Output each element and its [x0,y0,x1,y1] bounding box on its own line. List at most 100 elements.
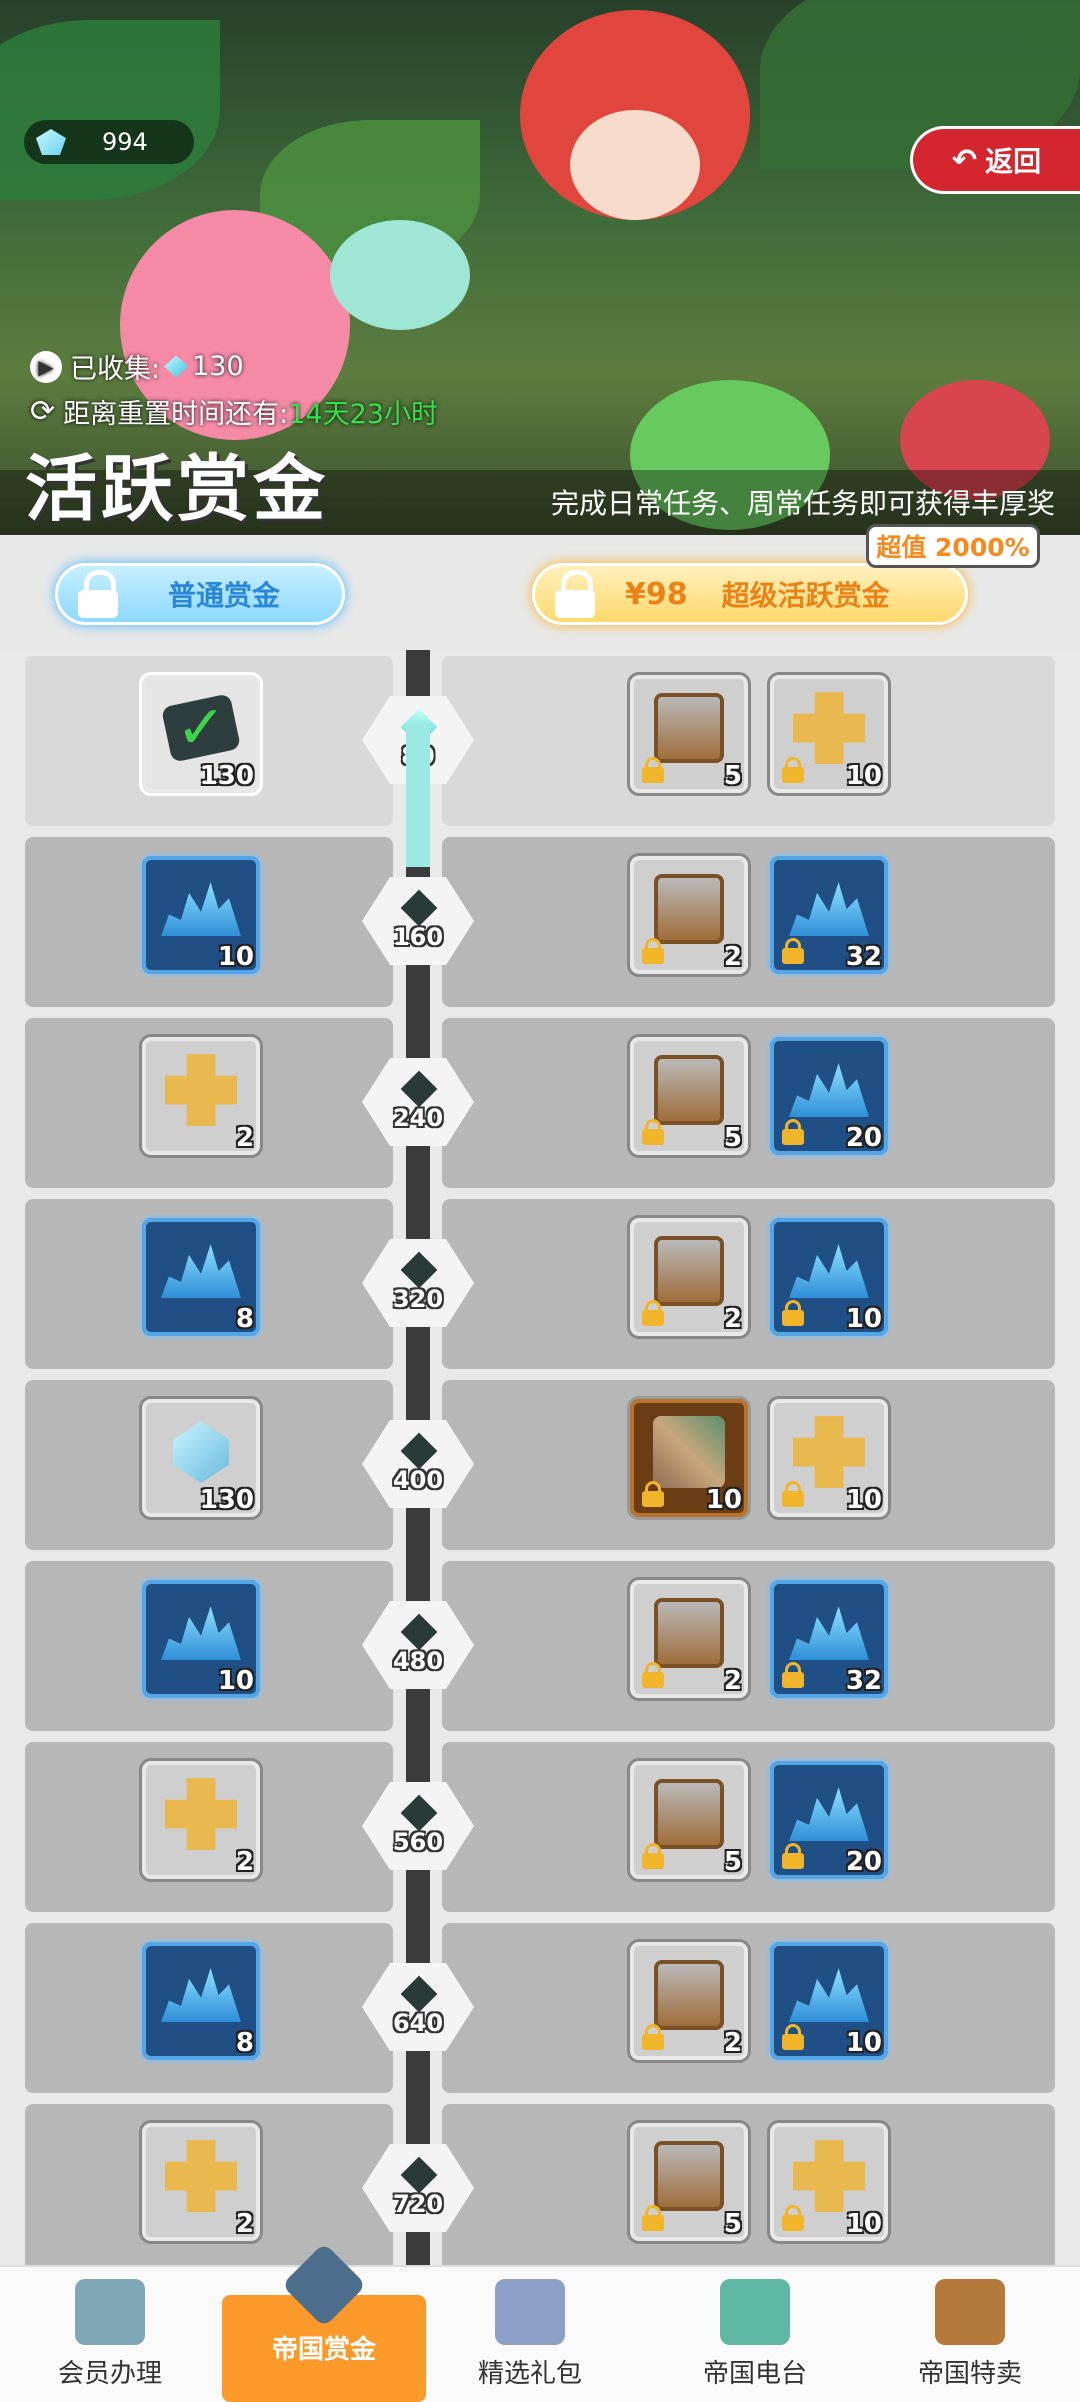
gift-pack-icon [495,2279,565,2345]
free-reward-item[interactable]: 8 [139,1939,263,2063]
paid-reward-item[interactable]: 32 [767,853,891,977]
nav-item-2[interactable]: 帝国赏金 [222,2242,426,2402]
refresh-icon: ⟳ [30,394,56,429]
collected-status: ▶ 已收集: 130 [30,347,244,386]
paid-reward-item[interactable]: 10 [767,2120,891,2244]
lock-icon [642,1300,664,1326]
free-reward-item[interactable]: 8 [139,1215,263,1339]
super-price: ¥98 [625,576,688,612]
reset-label: 距离重置时间还有: [63,399,289,430]
page-title: 活跃赏金 [25,447,330,531]
nav-item-1[interactable]: 会员办理 [20,2267,200,2402]
back-label: 返回 [985,145,1042,178]
lock-icon [782,1662,804,1688]
reward-quantity: 32 [845,942,882,972]
level-value: 160 [392,923,444,951]
reward-quantity: 130 [199,761,254,791]
free-reward-item[interactable]: 2 [139,2120,263,2244]
reward-row: 10 2 32 [0,1555,1080,1731]
reward-quantity: 2 [235,1847,254,1877]
value-badge: 超值 2000% [866,524,1040,568]
paid-reward-item[interactable]: 20 [767,1034,891,1158]
reward-quantity: 8 [235,2028,254,2058]
paid-reward-item[interactable]: 10 [767,1396,891,1520]
reward-track: ✓130510801023216025202408210320130101040… [0,650,1080,2265]
back-button[interactable]: ↶ 返回 [910,126,1080,194]
treasure-chest-icon [935,2279,1005,2345]
paid-reward-item[interactable]: 10 [767,1939,891,2063]
collected-label: 已收集: [70,354,161,385]
gem-counter: 994 [24,120,194,164]
level-node: 720 [362,2144,474,2232]
paid-reward-item[interactable]: 2 [627,1939,751,2063]
collected-value: 130 [192,351,244,382]
tab-super-bounty[interactable]: ¥98 超级活跃赏金 [532,563,968,625]
paid-reward-item[interactable]: 5 [627,672,751,796]
lock-icon [642,1481,664,1507]
free-reward-item[interactable]: 10 [139,1577,263,1701]
free-reward-item[interactable]: ✓ 130 [139,672,263,796]
reward-quantity: 10 [705,1485,742,1515]
reward-quantity: 10 [845,1485,882,1515]
paid-reward-item[interactable]: 32 [767,1577,891,1701]
reward-quantity: 10 [217,1666,254,1696]
nav-label: 帝国电台 [702,2359,807,2389]
nav-item-4[interactable]: 帝国电台 [665,2267,845,2402]
level-value: 240 [392,1104,444,1132]
slime-character [330,220,470,330]
paid-reward-item[interactable]: 2 [627,1577,751,1701]
tab-normal-bounty[interactable]: 普通赏金 [55,563,345,625]
reward-row: 10 2 32 [0,831,1080,1007]
level-node: 240 [362,1058,474,1146]
reward-quantity: 2 [723,1666,742,1696]
lock-icon [782,2024,804,2050]
reward-quantity: 10 [845,761,882,791]
paid-reward-item[interactable]: 2 [627,853,751,977]
reward-row: 8 2 10 [0,1917,1080,2093]
reward-quantity: 32 [845,1666,882,1696]
nav-item-3[interactable]: 精选礼包 [440,2267,620,2402]
free-reward-item[interactable]: 130 [139,1396,263,1520]
level-value: 560 [392,1828,444,1856]
paid-reward-item[interactable]: 10 [767,672,891,796]
lock-icon [642,1843,664,1869]
foliage-decoration [0,20,220,200]
reward-quantity: 5 [723,2209,742,2239]
free-reward-item[interactable]: 10 [139,853,263,977]
lock-icon [642,757,664,783]
free-reward-item[interactable]: 2 [139,1034,263,1158]
reward-row: 2 5 20 [0,1736,1080,1912]
reset-timer: ⟳ 距离重置时间还有: 14天23小时 [30,392,438,431]
reward-quantity: 5 [723,761,742,791]
level-node: 160 [362,877,474,965]
nav-item-5[interactable]: 帝国特卖 [880,2267,1060,2402]
paid-reward-item[interactable]: 10 [767,1215,891,1339]
lock-icon [555,570,595,618]
paid-reward-item[interactable]: 5 [627,2120,751,2244]
reward-row: 2 5 20 [0,1012,1080,1188]
paid-reward-item[interactable]: 20 [767,1758,891,1882]
lock-icon [782,1843,804,1869]
lock-icon [642,938,664,964]
event-banner: 994 ↶ 返回 ▶ 已收集: 130 ⟳ 距离重置时间还有: 14天23小时 … [0,0,1080,535]
level-node: 640 [362,1963,474,2051]
membership-card-icon [75,2279,145,2345]
reward-quantity: 20 [845,1847,882,1877]
paid-reward-item[interactable]: 5 [627,1034,751,1158]
reward-quantity: 2 [723,2028,742,2058]
lock-icon [782,938,804,964]
level-node: 400 [362,1420,474,1508]
reset-time: 14天23小时 [288,399,438,430]
paid-reward-item[interactable]: 10 [627,1396,751,1520]
free-reward-item[interactable]: 2 [139,1758,263,1882]
active-gem-icon [164,355,189,378]
return-arrow-icon: ↶ [951,142,978,178]
nav-label: 帝国赏金 [271,2335,376,2365]
paid-reward-item[interactable]: 5 [627,1758,751,1882]
level-node: 480 [362,1601,474,1689]
paid-reward-item[interactable]: 2 [627,1215,751,1339]
level-value: 640 [392,2009,444,2037]
tab-super-label: 超级活跃赏金 [721,579,890,612]
level-value: 480 [392,1647,444,1675]
lock-icon [642,2024,664,2050]
